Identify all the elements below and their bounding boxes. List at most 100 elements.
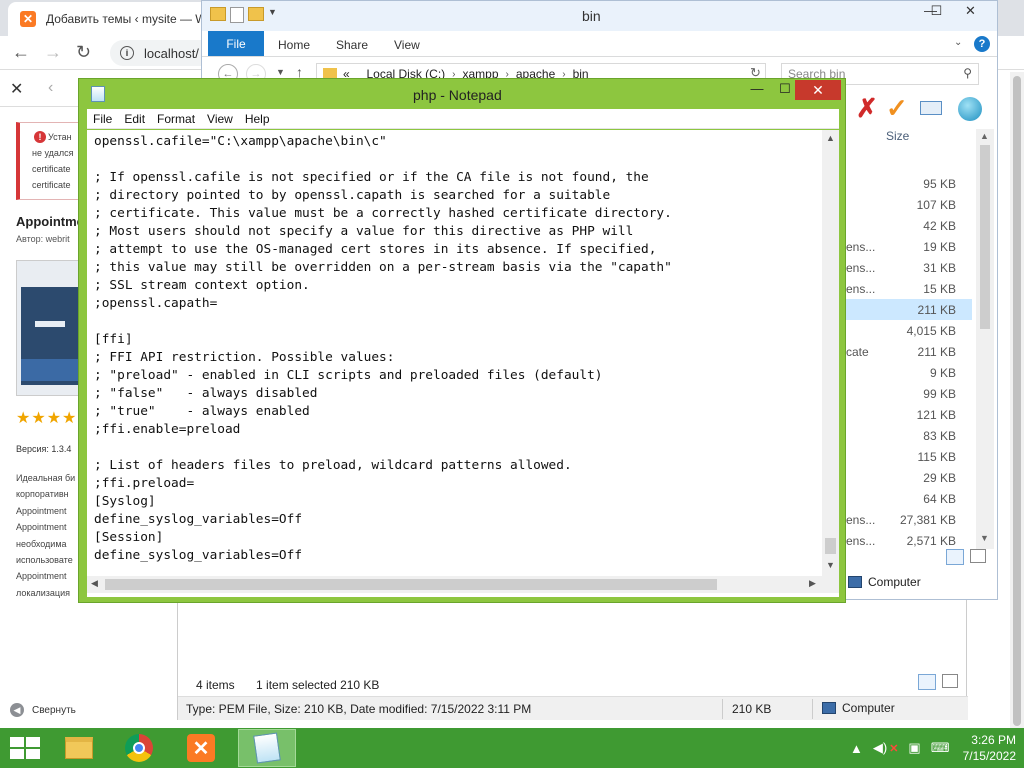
vertical-scrollbar[interactable]: ▲ ▼ bbox=[822, 130, 839, 576]
dropdown-icon[interactable]: ▼ bbox=[268, 7, 277, 23]
file-name: ens... bbox=[846, 513, 876, 527]
taskbar-notepad[interactable] bbox=[238, 729, 296, 767]
notepad-titlebar[interactable]: php - Notepad — ☐ ✕ bbox=[79, 79, 845, 109]
file-size: 107 KB bbox=[916, 198, 956, 212]
clock[interactable]: 3:26 PM 7/15/2022 bbox=[946, 732, 1016, 764]
forward-arrow-icon[interactable]: → bbox=[44, 42, 62, 63]
menu-help[interactable]: Help bbox=[245, 112, 270, 126]
scroll-thumb[interactable] bbox=[825, 538, 836, 554]
tab-share[interactable]: Share bbox=[336, 38, 368, 52]
tab-file[interactable]: File bbox=[208, 31, 264, 56]
file-row[interactable]: 121 KB bbox=[844, 404, 972, 425]
file-row[interactable]: 9 KB bbox=[844, 362, 972, 383]
text-editor[interactable]: openssl.cafile="C:\xampp\apache\bin\c" ; … bbox=[87, 130, 839, 597]
folder-icon[interactable] bbox=[210, 7, 226, 21]
back-arrow-icon[interactable]: ← bbox=[12, 42, 30, 63]
scroll-up-icon[interactable]: ▲ bbox=[980, 131, 989, 141]
text-line bbox=[94, 439, 818, 457]
new-folder-icon[interactable] bbox=[248, 7, 264, 21]
taskbar: ✕ ▲ ◀) ✕ ▣ ⌨ 3:26 PM 7/15/2022 bbox=[0, 728, 1024, 768]
notepad-icon bbox=[253, 732, 281, 764]
notepad-menubar: File Edit Format View Help bbox=[87, 109, 839, 129]
taskbar-explorer[interactable] bbox=[50, 729, 108, 767]
expand-ribbon-icon[interactable]: ⌄ bbox=[954, 37, 962, 48]
delete-icon[interactable]: ✗ bbox=[856, 93, 878, 124]
horizontal-scrollbar[interactable]: ◀ ▶ bbox=[87, 576, 822, 593]
file-row[interactable]: 211 KB bbox=[844, 299, 972, 320]
collapse-menu-button[interactable]: ◀ Свернуть bbox=[10, 703, 76, 717]
close-icon[interactable]: ✕ bbox=[10, 79, 23, 99]
check-icon[interactable]: ✓ bbox=[886, 93, 908, 124]
close-button[interactable]: ✕ bbox=[948, 3, 993, 23]
file-size: 9 KB bbox=[929, 366, 956, 380]
file-row[interactable]: 107 KB bbox=[844, 194, 972, 215]
browser-scrollbar[interactable] bbox=[1010, 72, 1024, 728]
minimize-button[interactable]: — bbox=[744, 81, 770, 101]
text-line: [ffi] bbox=[94, 332, 133, 347]
file-row[interactable]: ens... 2,571 KB bbox=[844, 530, 972, 551]
taskbar-chrome[interactable] bbox=[110, 729, 168, 767]
show-hidden-icons-icon[interactable]: ▲ bbox=[850, 741, 863, 756]
menu-format[interactable]: Format bbox=[157, 112, 195, 126]
file-name: ens... bbox=[846, 261, 876, 275]
tab-home[interactable]: Home bbox=[278, 38, 310, 52]
file-row[interactable]: 29 KB bbox=[844, 467, 972, 488]
file-row[interactable]: 64 KB bbox=[844, 488, 972, 509]
view-switcher bbox=[918, 674, 958, 690]
details-view-icon[interactable] bbox=[946, 549, 964, 565]
start-button[interactable] bbox=[8, 736, 40, 760]
file-name: ens... bbox=[846, 534, 876, 548]
menu-edit[interactable]: Edit bbox=[124, 112, 145, 126]
system-tray: ▲ ◀) ✕ ▣ ⌨ bbox=[850, 740, 949, 756]
network-icon[interactable]: ▣ bbox=[908, 740, 920, 756]
file-row[interactable]: 115 KB bbox=[844, 446, 972, 467]
globe-icon[interactable] bbox=[958, 97, 982, 121]
reload-icon[interactable]: ↻ bbox=[76, 42, 91, 63]
file-row[interactable]: 42 KB bbox=[844, 215, 972, 236]
file-row[interactable]: cate 211 KB bbox=[844, 341, 972, 362]
plugin-title[interactable]: Appointme bbox=[16, 214, 84, 229]
file-row[interactable]: ens... 15 KB bbox=[844, 278, 972, 299]
scroll-down-icon[interactable]: ▼ bbox=[826, 560, 835, 570]
close-button[interactable]: ✕ bbox=[795, 80, 841, 100]
speaker-icon[interactable]: ◀) bbox=[873, 740, 887, 756]
description-line: Идеальная би bbox=[16, 473, 76, 483]
rename-icon[interactable] bbox=[920, 101, 942, 115]
file-row[interactable]: 83 KB bbox=[844, 425, 972, 446]
scroll-thumb[interactable] bbox=[105, 579, 717, 590]
file-row[interactable]: ens... 31 KB bbox=[844, 257, 972, 278]
menu-view[interactable]: View bbox=[207, 112, 233, 126]
chevron-left-icon[interactable]: ‹ bbox=[48, 79, 53, 97]
search-icon[interactable]: ⚲ bbox=[963, 66, 972, 80]
file-row[interactable]: 95 KB bbox=[844, 173, 972, 194]
scroll-right-icon[interactable]: ▶ bbox=[809, 578, 816, 589]
site-info-icon[interactable]: i bbox=[120, 46, 134, 60]
scroll-up-icon[interactable]: ▲ bbox=[826, 133, 835, 143]
file-list-scrollbar[interactable]: ▲ ▼ bbox=[976, 129, 994, 549]
tab-view[interactable]: View bbox=[394, 38, 420, 52]
help-icon[interactable]: ? bbox=[974, 36, 990, 52]
text-line: ; List of headers files to preload, wild… bbox=[94, 458, 572, 473]
file-row[interactable]: ens... 19 KB bbox=[844, 236, 972, 257]
large-icons-view-icon[interactable] bbox=[970, 549, 986, 563]
file-row[interactable]: ens... 27,381 KB bbox=[844, 509, 972, 530]
large-icons-view-icon[interactable] bbox=[942, 674, 958, 688]
scroll-down-icon[interactable]: ▼ bbox=[980, 533, 989, 543]
browser-tab[interactable]: ✕ Добавить темы ‹ mysite — W bbox=[8, 2, 208, 36]
file-row[interactable]: 4,015 KB bbox=[844, 320, 972, 341]
file-row[interactable]: 99 KB bbox=[844, 383, 972, 404]
details-view-icon[interactable] bbox=[918, 674, 936, 690]
text-line: ;ffi.preload= bbox=[94, 476, 195, 491]
menu-file[interactable]: File bbox=[93, 112, 112, 126]
file-size: 64 KB bbox=[923, 492, 956, 506]
items-count: 4 items bbox=[196, 678, 235, 692]
view-switcher bbox=[946, 549, 986, 565]
column-header-size[interactable]: Size bbox=[886, 129, 909, 143]
plugin-screenshot[interactable] bbox=[16, 260, 80, 396]
taskbar-xampp[interactable]: ✕ bbox=[172, 729, 230, 767]
properties-icon[interactable] bbox=[230, 7, 244, 23]
recent-locations-icon[interactable]: ▼ bbox=[276, 67, 285, 77]
notepad-icon[interactable] bbox=[91, 86, 105, 102]
scroll-left-icon[interactable]: ◀ bbox=[91, 578, 98, 589]
editor-content[interactable]: openssl.cafile="C:\xampp\apache\bin\c" ; … bbox=[94, 133, 818, 565]
